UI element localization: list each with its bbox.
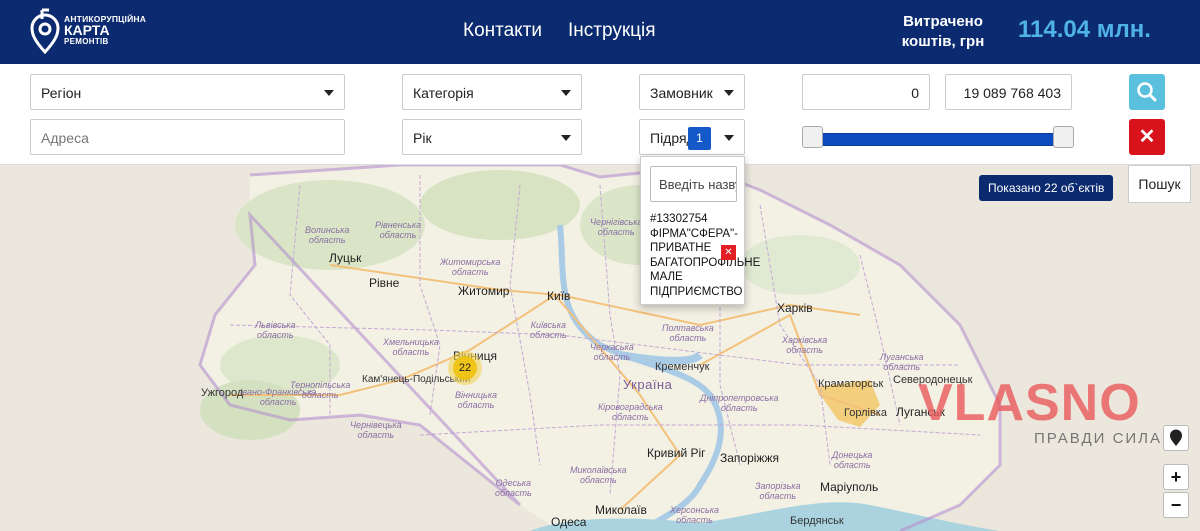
slider-max-handle[interactable] [1053,126,1074,148]
oblast-label: Рівненська область [375,220,422,240]
oblast-label: Чернігівська область [590,217,643,237]
oblast-label: Донецька область [832,450,873,470]
city-label: Маріуполь [820,480,879,494]
shown-count-badge: Показано 22 об`єктів [979,175,1114,201]
max-amount-input[interactable]: 19 089 768 403 [945,74,1072,110]
year-select-value: Рік [413,130,432,146]
filter-bar: Регіон Категорія Замовник 0 19 089 768 4… [0,64,1200,165]
oblast-label: Запорізька область [755,481,801,501]
oblast-label: Волинська область [305,225,350,245]
spent-amount: 114.04 млн. [1018,16,1151,43]
amount-range-slider[interactable] [812,133,1064,146]
category-select[interactable]: Категорія [402,74,582,110]
min-amount-input[interactable]: 0 [802,74,930,110]
watermark-logo: VLASNO [918,374,1141,432]
region-select-value: Регіон [41,85,82,101]
search-icon [1137,82,1157,102]
location-pin-icon [1170,429,1182,446]
oblast-label: Кіровоградська область [598,402,663,422]
map-search-button[interactable]: Пошук [1128,165,1191,203]
oblast-label: Київська область [530,320,567,340]
customer-select[interactable]: Замовник [639,74,745,110]
city-label: Київ [547,289,571,303]
zoom-out-button[interactable]: − [1163,492,1189,518]
category-select-value: Категорія [413,85,474,101]
city-label: Ужгород [201,387,244,399]
oblast-label: Черкаська область [590,342,634,362]
search-button[interactable] [1129,74,1165,110]
city-label: Рівне [369,276,400,290]
top-header: АНТИКОРУПЦІЙНА КАРТА РЕМОНТІВ Контакти І… [0,0,1200,64]
oblast-label: Вінницька область [455,390,498,410]
remove-selection-icon[interactable]: ✕ [721,245,736,260]
oblast-label: Херсонська область [670,505,719,525]
city-label: Миколаїв [595,503,647,517]
city-label: Кривий Ріг [647,446,706,460]
chevron-down-icon [561,135,571,141]
city-label: Бердянськ [790,515,844,527]
country-label: Україна [623,377,673,392]
nav-contacts-link[interactable]: Контакти [463,20,542,42]
oblast-label: Одеська область [495,478,532,498]
clear-filters-button[interactable]: ✕ [1129,119,1165,155]
oblast-label: Луганська область [880,352,924,372]
city-label: Краматорськ [818,378,884,390]
logo-line-3: РЕМОНТІВ [64,37,109,46]
city-label: Харків [777,301,813,315]
city-label: Житомир [458,284,510,298]
logo-text: АНТИКОРУПЦІЙНА КАРТА РЕМОНТІВ [64,14,146,47]
spent-label-line-1: Витрачено [903,13,983,30]
customer-select-value: Замовник [650,85,713,101]
nav-instruction-link[interactable]: Інструкція [568,20,656,42]
city-label: Луцьк [329,251,362,265]
selected-count-badge: 1 [688,127,711,150]
watermark-tagline: ПРАВДИ СИЛА [1034,430,1163,447]
oblast-label: Хмельницька область [383,337,439,357]
contractor-search-input[interactable]: Введіть назву [650,166,737,202]
oblast-label: Полтавська область [662,323,714,343]
chevron-down-icon [724,90,734,96]
oblast-label: Чернівецька область [350,420,402,440]
zoom-in-button[interactable]: + [1163,464,1189,490]
region-select[interactable]: Регіон [30,74,345,110]
logo-line-2: КАРТА [64,22,110,38]
oblast-label: Харківська область [782,335,828,355]
map-view[interactable]: Волинська область Рівненська область Житом… [0,165,1200,531]
city-label: Одеса [551,515,587,529]
spent-label: Витрачено коштів, грн [890,12,996,52]
city-label: Горлівка [844,407,887,419]
chevron-down-icon [324,90,334,96]
chevron-down-icon [724,135,734,141]
year-select[interactable]: Рік [402,119,582,155]
oblast-label: Івано-Франківська область [240,387,317,407]
oblast-label: Миколаївська область [570,465,627,485]
oblast-label: Житомирська область [440,257,501,277]
logo[interactable]: АНТИКОРУПЦІЙНА КАРТА РЕМОНТІВ [30,8,160,56]
logo-mark-icon [30,8,60,54]
spent-label-line-2: коштів, грн [901,33,985,50]
address-input[interactable]: Адреса [30,119,345,155]
cluster-count: 22 [453,356,477,380]
city-label: Запоріжжя [720,451,779,465]
oblast-label: Львівська область [255,320,296,340]
city-label: Кременчук [655,361,710,373]
slider-min-handle[interactable] [802,126,823,148]
oblast-label: Дніпропетровська область [700,393,779,413]
location-pin-button[interactable] [1163,425,1189,451]
marker-cluster[interactable]: 22 [448,351,482,385]
chevron-down-icon [561,90,571,96]
contractor-dropdown: Введіть назву #13302754 ФІРМА"СФЕРА"-ПРИ… [640,156,760,305]
